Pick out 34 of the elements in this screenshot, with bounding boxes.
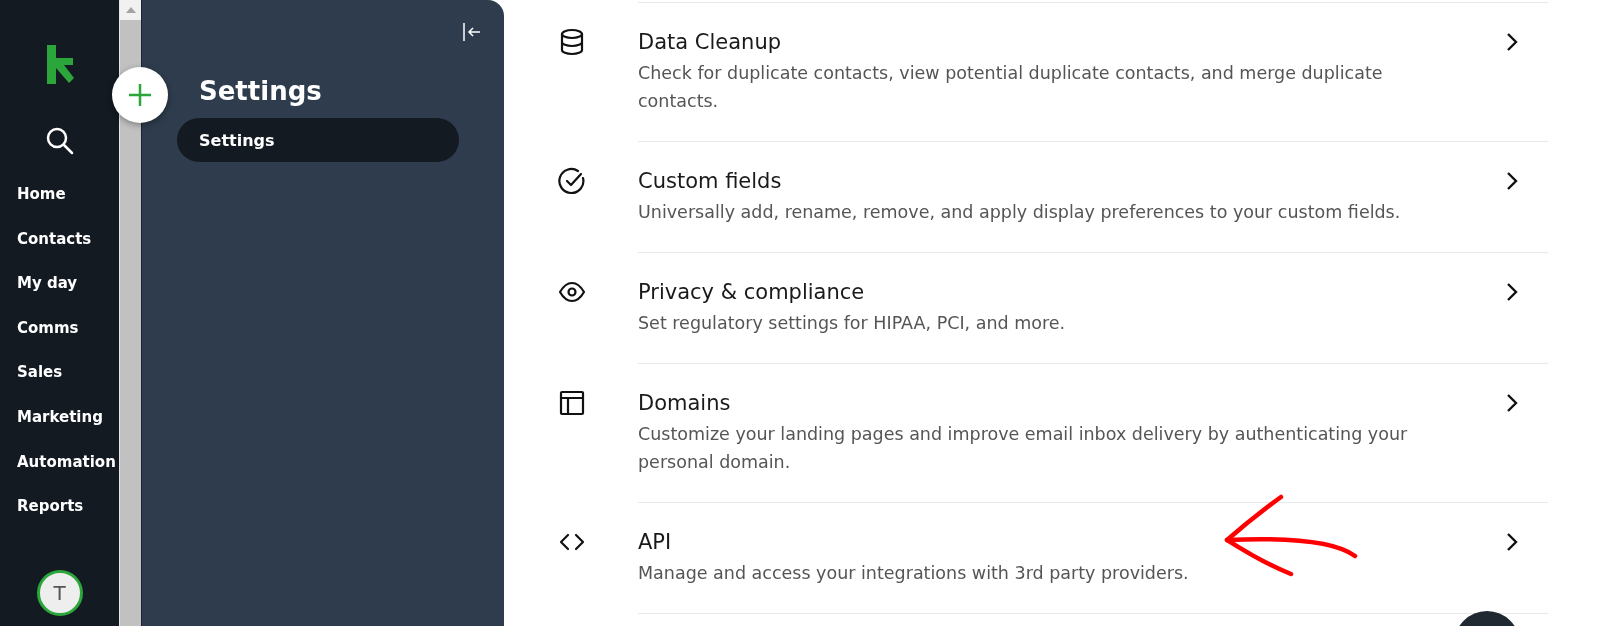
search-icon[interactable] [44, 126, 75, 156]
setting-title[interactable]: Privacy & compliance [638, 277, 865, 307]
chevron-right-icon[interactable] [1506, 32, 1518, 52]
layout-icon [558, 389, 586, 417]
setting-title[interactable]: Domains [638, 388, 731, 418]
database-icon [558, 28, 586, 56]
setting-title[interactable]: Custom fields [638, 166, 782, 196]
chevron-right-icon[interactable] [1506, 532, 1518, 552]
nav-item[interactable]: Automation [0, 439, 119, 485]
chevron-right-icon[interactable] [1506, 171, 1518, 191]
setting-description: Set regulatory settings for HIPAA, PCI, and more. [638, 312, 1067, 335]
setting-title[interactable]: API [638, 527, 672, 557]
setting-description: Check for duplicate contacts, view potential duplicate contacts, and merge duplicate contacts. [638, 62, 1384, 113]
chevron-right-icon[interactable] [1506, 393, 1518, 413]
collapse-icon[interactable] [462, 22, 482, 42]
setting-title[interactable]: Data Cleanup [638, 27, 782, 57]
panel-item[interactable]: Settings [177, 118, 459, 162]
nav-item[interactable]: Sales [0, 350, 119, 395]
nav-item[interactable]: Marketing [0, 394, 119, 440]
nav-item[interactable]: Comms [0, 305, 119, 351]
panel-title: Settings [199, 75, 323, 108]
setting-description: Manage and access your integrations with 3rd party providers. [638, 562, 1190, 585]
plus-icon [128, 83, 152, 107]
nav-item[interactable]: My day [0, 261, 119, 306]
nav-item[interactable]: Home [0, 172, 119, 217]
nav-item[interactable]: Reports [0, 484, 119, 529]
check-circle-icon [558, 167, 586, 195]
logo-icon [44, 45, 75, 84]
user-avatar[interactable]: T [36, 570, 83, 616]
setting-description: Customize your landing pages and improve email inbox delivery by authenticating your personal domain. [638, 423, 1409, 474]
chevron-right-icon[interactable] [1506, 282, 1518, 302]
setting-description: Universally add, rename, remove, and apply display preferences to your custom fields. [638, 201, 1402, 224]
scrollbar[interactable] [119, 0, 141, 626]
nav-item[interactable]: Contacts [0, 216, 119, 262]
